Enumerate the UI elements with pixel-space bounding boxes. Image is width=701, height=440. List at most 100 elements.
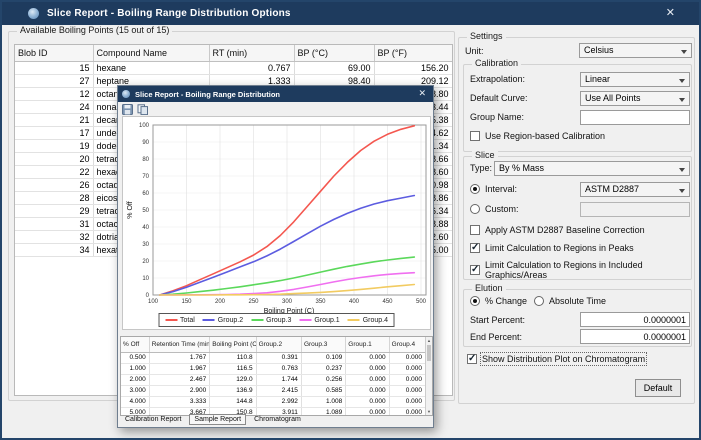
col-compound-name[interactable]: Compound Name (93, 45, 210, 62)
percent-change-radio-row[interactable]: % Change (470, 296, 527, 306)
absolute-time-radio-row[interactable]: Absolute Time (534, 296, 606, 306)
percent-change-radio[interactable] (470, 296, 480, 306)
interval-combo[interactable]: ASTM D2887 (580, 182, 690, 197)
cell: 0.109 (301, 352, 347, 364)
legend-item: Group.4 (347, 317, 388, 324)
dialog-close-icon[interactable]: ✕ (418, 88, 426, 99)
baseline-correction-checkbox[interactable]: Apply ASTM D2887 Baseline Correction (470, 225, 645, 235)
slice-report-table[interactable]: % Off Retention Time (min) Boiling Point… (120, 336, 433, 416)
cell: 136.9 (209, 385, 257, 397)
cell: 20 (15, 152, 94, 166)
svg-text:350: 350 (315, 299, 326, 305)
col-group2[interactable]: Group.2 (256, 337, 302, 353)
cell: 0.237 (301, 363, 347, 375)
default-button[interactable]: Default (635, 379, 681, 397)
table-row[interactable]: 1.000 1.967 116.5 0.763 0.237 0.000 0.000 (121, 363, 427, 375)
col-bp-c[interactable]: BP (°C) (294, 45, 375, 62)
svg-text:400: 400 (349, 299, 360, 305)
group-title: Available Boiling Points (15 out of 15) (17, 25, 173, 35)
unit-combo[interactable]: Celsius (579, 43, 692, 58)
cell: 0.000 (389, 396, 427, 408)
cell: 17 (15, 126, 94, 140)
cell: 0.000 (345, 396, 390, 408)
region-calibration-checkbox[interactable]: Use Region-based Calibration (470, 131, 605, 141)
default-curve-label: Default Curve: (470, 93, 528, 103)
cell: 0.391 (256, 352, 302, 364)
end-percent-field[interactable] (580, 329, 690, 344)
svg-text:% Off: % Off (127, 201, 134, 218)
dialog-body: Available Boiling Points (15 out of 15) … (2, 25, 699, 438)
col-retention-time[interactable]: Retention Time (min) (149, 337, 211, 353)
cell: 3.333 (149, 396, 211, 408)
table-row[interactable]: 0.500 1.767 110.8 0.391 0.109 0.000 0.000 (121, 352, 427, 364)
scroll-down-icon[interactable]: ▼ (426, 409, 432, 414)
report-tabs: Calibration Report Sample Report Chromatog… (120, 413, 306, 426)
window-titlebar[interactable]: Slice Report - Boiling Range Distributio… (2, 2, 699, 25)
cell: 0.000 (389, 352, 427, 364)
col-blob-id[interactable]: Blob ID (15, 45, 94, 62)
table-row[interactable]: 4.000 3.333 144.8 2.992 1.008 0.000 0.000 (121, 396, 427, 408)
options-window: Slice Report - Boiling Range Distributio… (0, 0, 701, 440)
tab-calibration-report[interactable]: Calibration Report (120, 414, 186, 425)
limit-graphics-checkbox[interactable]: Limit Calculation to Regions in Included… (470, 260, 691, 280)
scroll-up-icon[interactable]: ▲ (426, 338, 432, 343)
tab-sample-report[interactable]: Sample Report (189, 414, 247, 425)
table-row[interactable]: 15 hexane 0.767 69.00 156.20 (15, 61, 452, 75)
table-scrollbar[interactable]: ▲ ▼ (425, 337, 432, 415)
svg-text:200: 200 (215, 299, 226, 305)
col-group1[interactable]: Group.1 (345, 337, 390, 353)
interval-radio-row[interactable]: Interval: (470, 184, 517, 194)
custom-radio[interactable] (470, 204, 480, 214)
col-group4[interactable]: Group.4 (389, 337, 427, 353)
checkbox-box[interactable] (470, 131, 480, 141)
checkbox-box[interactable] (470, 225, 480, 235)
tab-chromatogram[interactable]: Chromatogram (249, 414, 306, 425)
svg-text:30: 30 (142, 242, 149, 248)
close-icon[interactable]: ✕ (666, 6, 675, 19)
col-rt-min[interactable]: RT (min) (209, 45, 295, 62)
checkbox-box[interactable] (467, 353, 477, 364)
limit-peaks-checkbox[interactable]: Limit Calculation to Regions in Peaks (470, 242, 634, 253)
start-percent-field[interactable] (580, 312, 690, 327)
checkbox-box[interactable] (470, 264, 480, 275)
cell: 0.767 (209, 61, 295, 75)
dialog-titlebar[interactable]: Slice Report - Boiling Range Distributio… (118, 86, 433, 102)
cell: 0.256 (301, 374, 347, 386)
custom-radio-row[interactable]: Custom: (470, 204, 519, 214)
interval-radio[interactable] (470, 184, 480, 194)
cell: 2.000 (121, 374, 150, 386)
svg-text:90: 90 (142, 140, 149, 146)
col-boiling-point[interactable]: Boiling Point (C) (209, 337, 257, 353)
default-curve-combo[interactable]: Use All Points (580, 91, 690, 106)
scrollbar-thumb[interactable] (427, 345, 431, 361)
cell: 12 (15, 87, 94, 101)
cell: 2.992 (256, 396, 302, 408)
col-bp-f[interactable]: BP (°F) (374, 45, 452, 62)
type-combo[interactable]: By % Mass (494, 161, 690, 176)
show-plot-checkbox[interactable]: Show Distribution Plot on Chromatogram (467, 352, 648, 366)
cell: 129.0 (209, 374, 257, 386)
svg-text:70: 70 (142, 174, 149, 180)
checkbox-label: Apply ASTM D2887 Baseline Correction (485, 225, 645, 235)
absolute-time-radio[interactable] (534, 296, 544, 306)
cell: 24 (15, 100, 94, 114)
settings-title: Settings (467, 31, 506, 41)
save-icon[interactable] (122, 103, 133, 115)
extrapolation-combo[interactable]: Linear (580, 72, 690, 87)
cell: 0.500 (121, 352, 150, 364)
table-row[interactable]: 2.000 2.467 129.0 1.744 0.256 0.000 0.000 (121, 374, 427, 386)
boiling-points-header: Blob ID Compound Name RT (min) BP (°C) B… (15, 45, 452, 62)
cell: 28 (15, 191, 94, 205)
slice-table-header: % Off Retention Time (min) Boiling Point… (121, 337, 427, 353)
cell: 0.585 (301, 385, 347, 397)
col-pct-off[interactable]: % Off (121, 337, 150, 353)
checkbox-box[interactable] (470, 242, 480, 253)
col-group3[interactable]: Group.3 (301, 337, 347, 353)
svg-text:80: 80 (142, 157, 149, 163)
copy-icon[interactable] (137, 103, 149, 115)
table-row[interactable]: 3.000 2.900 136.9 2.415 0.585 0.000 0.000 (121, 385, 427, 397)
cell: 26 (15, 178, 94, 192)
group-name-field[interactable] (580, 110, 690, 125)
dialog-toolbar (118, 102, 433, 116)
svg-text:20: 20 (142, 259, 149, 265)
